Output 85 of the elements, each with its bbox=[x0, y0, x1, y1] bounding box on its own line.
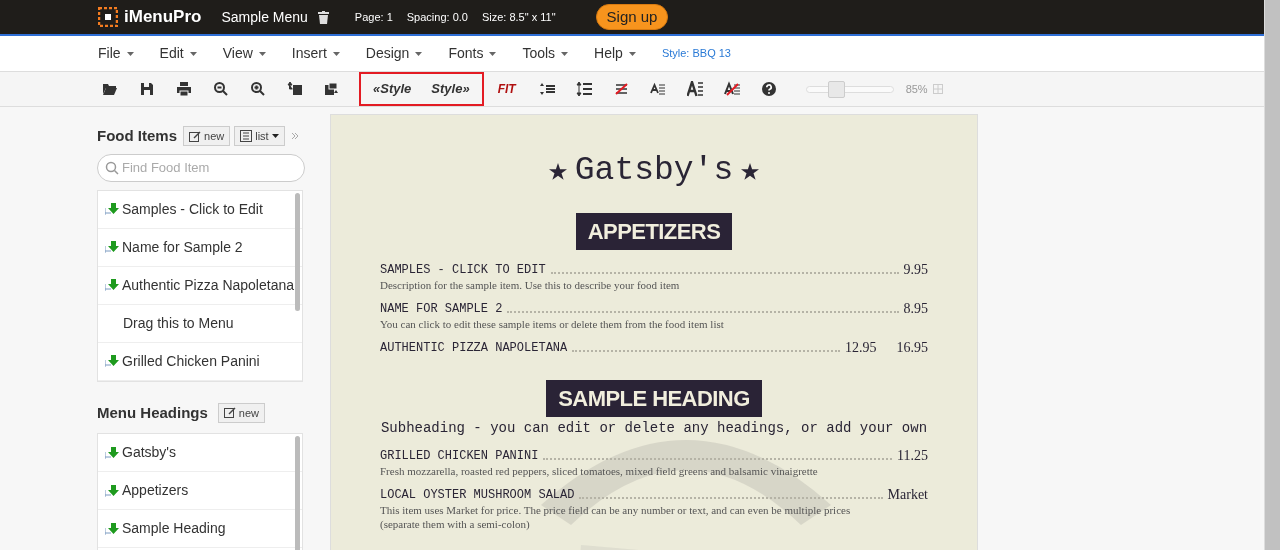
logo-text[interactable]: iMenuPro bbox=[124, 4, 202, 30]
print-icon[interactable] bbox=[176, 81, 192, 97]
trash-icon[interactable] bbox=[317, 10, 329, 24]
item-description[interactable]: Fresh mozzarella, roasted red peppers, sliced tomatoes, mixed field greens and balsamic vinaigrette bbox=[380, 464, 928, 478]
menu-item[interactable]: View bbox=[222, 43, 266, 64]
info-text: Spacing: 0.0 bbox=[406, 9, 468, 25]
item-price[interactable]: Market bbox=[887, 487, 928, 502]
add-to-menu-icon bbox=[105, 240, 119, 254]
caret-icon bbox=[258, 51, 266, 56]
add-to-menu-icon bbox=[105, 354, 119, 368]
add-to-menu-icon bbox=[105, 202, 119, 216]
item-name[interactable]: LOCAL OYSTER MUSHROOM SALAD bbox=[380, 488, 575, 502]
edit-icon bbox=[189, 130, 201, 142]
zoom-reading: 85% bbox=[905, 81, 928, 97]
caret-icon bbox=[271, 134, 279, 139]
line-spacing-icon[interactable] bbox=[538, 81, 555, 97]
fit-button[interactable]: FIT bbox=[497, 80, 516, 98]
new-button[interactable]: new bbox=[183, 126, 231, 147]
menu-item[interactable]: Fonts bbox=[448, 43, 497, 64]
subheading[interactable]: Subheading - you can edit or delete any headings, or add your own bbox=[380, 418, 928, 439]
section-heading[interactable]: APPETIZERS bbox=[575, 213, 733, 250]
item-name[interactable]: NAME FOR SAMPLE 2 bbox=[380, 302, 503, 316]
item-price[interactable]: 11.25 bbox=[897, 448, 928, 463]
section-title: Menu Headings bbox=[97, 402, 208, 423]
list-button[interactable]: list bbox=[234, 126, 285, 147]
caret-icon bbox=[126, 51, 134, 56]
add-to-menu-icon bbox=[105, 483, 119, 498]
menu-name[interactable]: Sample Menu bbox=[221, 6, 308, 28]
menu-title[interactable]: Gatsby's bbox=[574, 151, 734, 191]
section-heading[interactable]: SAMPLE HEADING bbox=[546, 380, 762, 417]
item-price[interactable]: 16.95 bbox=[896, 340, 928, 355]
menu-item[interactable]: Help bbox=[594, 43, 636, 64]
menu-item[interactable]: Insert bbox=[291, 43, 340, 64]
small-text-icon[interactable] bbox=[649, 81, 666, 97]
caret-icon bbox=[628, 51, 636, 56]
item-price[interactable]: 8.95 bbox=[903, 301, 928, 316]
move-up-icon[interactable] bbox=[287, 81, 303, 97]
zoom-slider[interactable] bbox=[805, 80, 894, 98]
add-to-menu-icon bbox=[105, 445, 119, 460]
item-description[interactable]: This item uses Market for price. The price field can be any number or text, and can even be multiple prices (separate them with a semi-colon) bbox=[380, 503, 928, 531]
style-label[interactable]: Style: BBQ 13 bbox=[661, 45, 731, 62]
move-down-icon[interactable] bbox=[324, 81, 340, 97]
zoom-in-icon[interactable] bbox=[250, 81, 266, 97]
new-button[interactable]: new bbox=[217, 402, 266, 423]
caret-icon bbox=[332, 51, 340, 56]
scrollbar[interactable] bbox=[1264, 0, 1280, 550]
section-title: Food Items bbox=[97, 126, 177, 146]
list-icon bbox=[240, 130, 253, 143]
menu-item[interactable]: Edit bbox=[159, 43, 197, 64]
help-icon[interactable] bbox=[760, 81, 777, 97]
logo-icon bbox=[98, 7, 118, 27]
large-text-icon[interactable] bbox=[686, 81, 703, 97]
caret-icon bbox=[415, 51, 423, 56]
star-icon bbox=[741, 162, 760, 180]
item-name[interactable]: AUTHENTIC PIZZA NAPOLETANA bbox=[380, 341, 568, 355]
item-description[interactable]: Description for the sample item. Use this to describe your food item bbox=[380, 278, 928, 292]
item-description[interactable]: You can click to edit these sample items or delete them from the food item list bbox=[380, 317, 928, 331]
clear-format-icon[interactable] bbox=[723, 81, 740, 97]
zoom-out-icon[interactable] bbox=[213, 81, 229, 97]
slider-thumb[interactable] bbox=[827, 80, 845, 98]
star-icon bbox=[548, 162, 567, 180]
add-to-menu-icon bbox=[105, 278, 119, 292]
caret-icon bbox=[561, 51, 569, 56]
scrollbar-thumb[interactable] bbox=[295, 192, 300, 311]
edit-icon bbox=[223, 407, 236, 419]
paragraph-spacing-icon[interactable] bbox=[575, 81, 592, 97]
caret-icon bbox=[189, 51, 197, 56]
item-name[interactable]: GRILLED CHICKEN PANINI bbox=[380, 449, 539, 463]
info-text: Size: 8.5" x 11" bbox=[481, 9, 556, 25]
menu-item[interactable]: File bbox=[98, 43, 134, 64]
caret-icon bbox=[489, 51, 497, 56]
search-field[interactable]: Find Food Item bbox=[97, 153, 305, 182]
next-style-button[interactable]: Style» bbox=[431, 79, 470, 99]
previous-style-button[interactable]: «Style bbox=[373, 79, 412, 99]
item-price[interactable]: 12.95 bbox=[845, 340, 877, 355]
search-icon bbox=[105, 160, 119, 175]
folder-icon[interactable] bbox=[102, 81, 118, 97]
sign-up-button[interactable]: Sign up bbox=[595, 4, 669, 30]
menu-item[interactable]: Design bbox=[365, 43, 423, 64]
item-price[interactable]: 9.95 bbox=[903, 262, 928, 277]
menu-item[interactable]: Tools bbox=[522, 43, 569, 64]
add-to-menu-icon bbox=[105, 521, 119, 536]
list-item[interactable]: Grilled Chicken Panini bbox=[98, 342, 302, 381]
item-name[interactable]: SAMPLES - CLICK TO EDIT bbox=[380, 263, 546, 277]
info-text: Page: 1 bbox=[354, 9, 393, 25]
